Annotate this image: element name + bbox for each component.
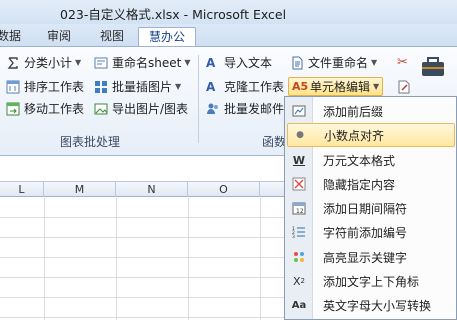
toolbox-icon bbox=[420, 54, 446, 78]
svg-text:12: 12 bbox=[296, 208, 304, 215]
image-grid-icon bbox=[94, 80, 108, 94]
export-images-button[interactable]: 导出图片/图表 bbox=[94, 100, 188, 118]
clone-sheet-icon: A bbox=[206, 80, 216, 94]
menu-item-label: 英文字母大小写转换 bbox=[323, 298, 432, 313]
import-text-icon: A bbox=[206, 56, 216, 70]
column-header-l[interactable]: L bbox=[0, 182, 44, 197]
edit-doc-button[interactable] bbox=[397, 78, 415, 96]
file-icon bbox=[290, 56, 304, 70]
file-rename-button[interactable]: 文件重命名 ▼ bbox=[290, 54, 377, 72]
group-label-functions: 函数 bbox=[262, 135, 287, 149]
batch-email-label: 批量发邮件 bbox=[224, 102, 285, 116]
rename-sheet-icon bbox=[94, 56, 108, 70]
numbering-icon: 123 bbox=[287, 220, 311, 244]
rename-sheet-button[interactable]: 重命名sheet ▼ bbox=[94, 54, 191, 72]
subtotal-label: 分类小计 bbox=[24, 56, 73, 70]
import-text-label: 导入文本 bbox=[224, 56, 273, 70]
batch-insert-images-label: 批量插图片 bbox=[112, 80, 173, 94]
clone-sheet-label: 克隆工作表 bbox=[224, 80, 285, 94]
cell-edit-label: 单元格编辑 bbox=[310, 79, 371, 94]
menu-item-label: 隐藏指定内容 bbox=[323, 177, 396, 192]
grid-col-line bbox=[188, 198, 189, 320]
toolbox-button[interactable] bbox=[420, 54, 446, 78]
svg-text:3: 3 bbox=[292, 234, 295, 239]
highlight-keyword-icon bbox=[287, 245, 311, 269]
column-header-n[interactable]: N bbox=[116, 182, 188, 197]
scissors-icon: ✂ bbox=[397, 55, 408, 70]
people-icon bbox=[206, 102, 220, 116]
export-images-label: 导出图片/图表 bbox=[112, 102, 189, 116]
file-rename-label: 文件重命名 bbox=[308, 56, 369, 70]
sort-sheets-label: 排序工作表 bbox=[24, 80, 85, 94]
import-text-button[interactable]: A 导入文本 bbox=[206, 54, 272, 72]
menu-item-label: 小数点对齐 bbox=[324, 128, 385, 143]
ribbon-tabs: 数据 审阅 视图 慧办公 bbox=[0, 24, 457, 46]
move-sheets-label: 移动工作表 bbox=[24, 102, 85, 116]
menu-item-case-convert[interactable]: Aa 英文字母大小写转换 bbox=[287, 293, 455, 317]
tab-view[interactable]: 视图 bbox=[95, 27, 129, 46]
menu-item-date-separator[interactable]: 12 添加日期间隔符 bbox=[287, 196, 455, 220]
column-header-m[interactable]: M bbox=[44, 182, 116, 197]
sort-sheets-icon bbox=[6, 80, 20, 94]
group-separator bbox=[198, 55, 199, 143]
group-label-chart-batch: 图表批处理 bbox=[60, 135, 121, 149]
sort-sheets-button[interactable]: 排序工作表 bbox=[6, 78, 84, 96]
menu-item-ten-thousand-format[interactable]: W 万元文本格式 bbox=[287, 148, 455, 172]
menu-item-add-prefix-suffix[interactable]: 添加前后缀 bbox=[287, 99, 455, 123]
tab-review[interactable]: 审阅 bbox=[42, 27, 76, 46]
menu-item-add-numbering[interactable]: 123 字符前添加编号 bbox=[287, 220, 455, 244]
tools-icon-button[interactable]: ✂ bbox=[397, 54, 415, 72]
edit-document-icon bbox=[397, 80, 411, 94]
chevron-down-icon: ▼ bbox=[184, 58, 191, 67]
date-separator-icon: 12 bbox=[287, 196, 311, 220]
menu-item-label: 高亮显示关键字 bbox=[323, 250, 408, 265]
tab-data[interactable]: 数据 bbox=[0, 27, 22, 46]
chevron-down-icon: ▼ bbox=[75, 58, 82, 67]
sigma-icon bbox=[6, 56, 20, 70]
grid-col-line bbox=[116, 198, 117, 320]
chevron-down-icon: ▼ bbox=[373, 81, 380, 91]
cell-edit-icon: A5 bbox=[292, 79, 309, 93]
column-header-o[interactable]: O bbox=[188, 182, 260, 197]
grid-col-line bbox=[260, 198, 261, 320]
menu-item-label: 添加前后缀 bbox=[323, 104, 384, 119]
menu-item-label: 字符前添加编号 bbox=[323, 225, 408, 240]
export-image-icon bbox=[94, 102, 108, 116]
subtotal-button[interactable]: 分类小计 ▼ bbox=[6, 54, 81, 72]
tab-huibangong[interactable]: 慧办公 bbox=[138, 27, 196, 46]
prefix-suffix-icon bbox=[287, 99, 311, 123]
cell-edit-button[interactable]: A5 单元格编辑 ▼ bbox=[288, 77, 384, 96]
chevron-down-icon: ▼ bbox=[371, 58, 378, 67]
menu-item-hide-content[interactable]: 隐藏指定内容 bbox=[287, 172, 455, 196]
decimal-align-icon: ● bbox=[296, 130, 304, 140]
window-title: 023-自定义格式.xlsx - Microsoft Excel bbox=[60, 7, 287, 22]
title-bar: 023-自定义格式.xlsx - Microsoft Excel bbox=[0, 0, 457, 24]
menu-item-decimal-align[interactable]: ● 小数点对齐 bbox=[287, 123, 455, 147]
move-sheets-button[interactable]: 移动工作表 bbox=[6, 100, 84, 118]
menu-item-label: 添加日期间隔符 bbox=[323, 201, 408, 216]
move-sheets-icon bbox=[6, 102, 20, 116]
rename-sheet-label: 重命名sheet bbox=[112, 56, 182, 70]
case-convert-icon: Aa bbox=[291, 299, 307, 311]
chevron-down-icon: ▼ bbox=[175, 82, 182, 91]
menu-item-highlight-keyword[interactable]: 高亮显示关键字 bbox=[287, 245, 455, 269]
menu-item-label: 万元文本格式 bbox=[323, 153, 396, 168]
hide-content-icon bbox=[287, 172, 311, 196]
batch-insert-images-button[interactable]: 批量插图片 ▼ bbox=[94, 78, 181, 96]
batch-email-button[interactable]: 批量发邮件 bbox=[206, 100, 284, 118]
grid-col-line bbox=[44, 198, 45, 320]
ten-thousand-text-icon: W bbox=[292, 153, 306, 167]
menu-item-superscript[interactable]: X2 添加文字上下角标 bbox=[287, 269, 455, 293]
menu-item-label: 添加文字上下角标 bbox=[323, 274, 420, 289]
cell-edit-dropdown-menu: 添加前后缀 ● 小数点对齐 W 万元文本格式 隐藏指定内容 12 添加日期间隔符… bbox=[284, 96, 457, 320]
clone-sheet-button[interactable]: A 克隆工作表 bbox=[206, 78, 284, 96]
superscript-icon: X2 bbox=[292, 274, 305, 288]
